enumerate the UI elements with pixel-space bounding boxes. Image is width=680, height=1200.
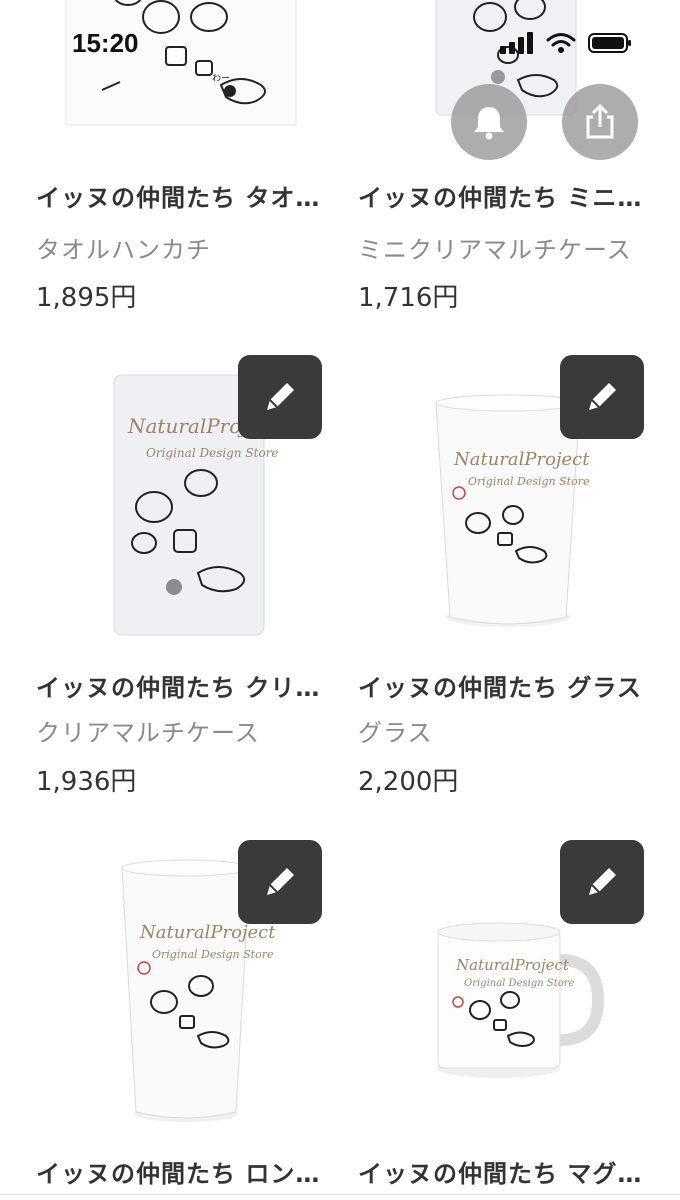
product-type: タオルハンカチ [36,236,211,264]
product-price: 2,200円 [358,767,459,797]
product-image-towel[interactable]: わー [36,0,328,175]
bell-icon [474,107,504,140]
wifi-icon [546,33,576,53]
cellular-signal-icon [500,32,533,54]
product-type: クリアマルチケース [36,719,260,747]
brand-text-line2: Original Design Store [152,948,274,961]
brand-text-line2: Original Design Store [464,978,575,989]
product-price: 1,716円 [358,283,459,313]
status-icons [500,32,632,54]
edit-button[interactable] [560,840,644,924]
brand-text-line2: Original Design Store [146,446,279,460]
product-price: 1,895円 [36,283,137,313]
pencil-icon [267,868,294,895]
edit-button[interactable] [238,840,322,924]
edit-button[interactable] [560,355,644,439]
product-type: ミニクリアマルチケース [358,236,632,264]
brand-text-line1: NaturalProject [139,922,276,943]
brand-text-line1: NaturalProject [453,449,590,470]
bark-text: わー [212,73,230,84]
battery-icon [588,33,631,53]
product-title[interactable]: イッヌの仲間たち ロンググラス [36,1154,328,1189]
product-title[interactable]: イッヌの仲間たち グラス [358,668,650,703]
product-title[interactable]: イッヌの仲間たち クリアマルチケース [36,668,328,703]
product-grid: わー イッヌの仲間たち タオルハンカチ タオルハンカチ 1,895円 イッヌの仲… [0,0,680,1200]
status-time: 15:20 [72,28,139,58]
pencil-icon [589,868,616,895]
pencil-icon [267,383,294,410]
share-button[interactable] [562,84,638,160]
product-title[interactable]: イッヌの仲間たち ミニクリアマルチケース [358,178,650,213]
divider [0,1194,680,1195]
product-type: グラス [358,719,433,747]
notification-button[interactable] [451,84,527,160]
product-price: 1,936円 [36,767,137,797]
brand-text-line2: Original Design Store [468,475,590,488]
product-title[interactable]: イッヌの仲間たち マグカップ [358,1154,650,1189]
pencil-icon [589,383,616,410]
share-icon [586,103,614,139]
brand-text-line1: NaturalProject [455,956,570,974]
edit-button[interactable] [238,355,322,439]
product-title[interactable]: イッヌの仲間たち タオルハンカチ [36,178,328,213]
